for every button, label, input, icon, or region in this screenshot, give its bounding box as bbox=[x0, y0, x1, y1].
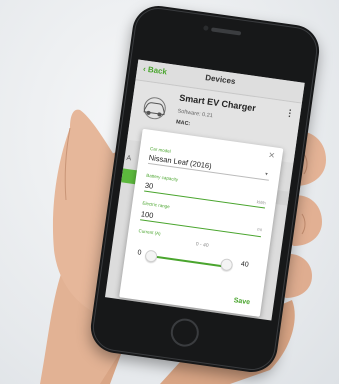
electric-range-input[interactable]: 100 bbox=[140, 209, 154, 220]
chevron-down-icon: ▾ bbox=[264, 171, 269, 178]
current-max-thumb[interactable] bbox=[219, 257, 234, 272]
software-version: Software: 0.21 bbox=[177, 108, 214, 120]
current-min-thumb[interactable] bbox=[144, 249, 158, 263]
current-range-text: 0 - 40 bbox=[195, 241, 209, 250]
mac-address-label: MAC: bbox=[175, 119, 191, 128]
current-slider-track[interactable] bbox=[149, 254, 225, 267]
current-label: Current (A) bbox=[138, 228, 161, 237]
phone-screen: ‹ Back Devices Smart EV Charger Software… bbox=[104, 59, 305, 321]
electric-range-unit: mi bbox=[256, 226, 263, 233]
battery-capacity-input[interactable]: 30 bbox=[144, 181, 154, 191]
close-icon[interactable]: ✕ bbox=[268, 151, 276, 161]
battery-capacity-unit: kWh bbox=[256, 199, 266, 206]
car-settings-dialog: ✕ Car model Nissan Leaf (2016) ▾ Battery… bbox=[119, 128, 284, 317]
background-row-label: A bbox=[126, 154, 132, 163]
electric-range-label: Electric range bbox=[142, 200, 171, 210]
save-button[interactable]: Save bbox=[233, 297, 250, 306]
car-icon bbox=[143, 97, 166, 120]
more-vert-icon[interactable]: ⋮ bbox=[285, 107, 295, 119]
photo-scene: ‹ Back Devices Smart EV Charger Software… bbox=[0, 0, 339, 384]
current-max-value: 40 bbox=[240, 260, 250, 269]
current-min-value: 0 bbox=[136, 249, 142, 257]
